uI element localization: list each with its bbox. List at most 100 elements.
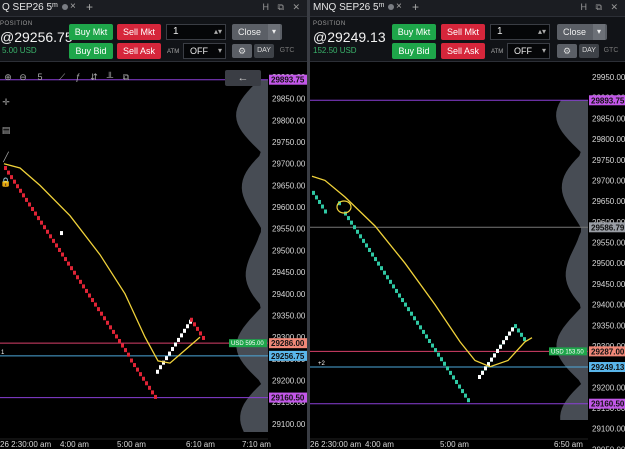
left-tab-close-icon[interactable]: × [70, 1, 76, 12]
right-close-button[interactable]: Close ▾ [557, 24, 607, 40]
right-quantity-stepper-icon[interactable]: ▴▾ [538, 25, 546, 39]
right-position-pnl: 152.50 USD [313, 46, 357, 55]
right-quantity-value: 1 [497, 26, 503, 37]
left-renko-brick [106, 320, 109, 325]
left-sell-ask-button[interactable]: Sell Ask [117, 43, 161, 59]
right-buy-bid-button[interactable]: Buy Bid [392, 43, 436, 59]
right-renko-brick [413, 316, 416, 321]
right-close-chevron-down-icon[interactable]: ▾ [593, 24, 605, 40]
right-tab-add-icon[interactable]: + [412, 0, 419, 14]
right-order-header: POSITION @29249.13 152.50 USD Buy Mkt Se… [310, 17, 625, 62]
right-renko-brick [318, 199, 321, 204]
lock-icon[interactable]: 🔒 [0, 176, 12, 188]
right-renko-brick [505, 336, 508, 341]
left-renko-brick [136, 367, 139, 372]
left-close-button[interactable]: Close ▾ [232, 24, 282, 40]
left-gear-icon[interactable]: ⚙ [232, 44, 252, 58]
left-renko-brick [46, 229, 49, 234]
right-renko-brick [496, 348, 499, 353]
right-position-qty-marker: +2 [318, 361, 326, 367]
left-price-axis-label: 29800.00 [272, 116, 306, 125]
left-close-chevron-down-icon[interactable]: ▾ [268, 24, 280, 40]
left-renko-brick [67, 261, 70, 266]
right-moving-average-line [311, 175, 533, 368]
left-renko-brick [19, 188, 22, 193]
right-tab-close-icon[interactable]: × [396, 1, 402, 12]
layers-icon[interactable]: ▤ [0, 124, 12, 136]
template-icon[interactable]: ⧉ [120, 71, 132, 83]
timeframe-selector[interactable]: 5 [33, 71, 47, 83]
right-renko-brick [523, 337, 526, 342]
left-renko-brick [31, 207, 34, 212]
left-buy-bid-button[interactable]: Buy Bid [69, 43, 113, 59]
left-sell-mkt-button[interactable]: Sell Mkt [117, 24, 161, 40]
left-renko-brick [94, 302, 97, 307]
right-renko-brick [452, 375, 455, 380]
right-gear-icon[interactable]: ⚙ [557, 44, 577, 58]
left-renko-brick [190, 317, 193, 322]
right-annotation-circle[interactable] [336, 200, 352, 214]
left-position-price: @29256.75 [0, 29, 73, 45]
left-price-chart[interactable]: 29900.0029850.0029800.0029750.0029700.00… [0, 0, 307, 449]
right-renko-brick [478, 375, 481, 380]
draw-line-icon[interactable]: ╱ [0, 151, 12, 163]
right-renko-brick [377, 261, 380, 266]
right-renko-brick [434, 348, 437, 353]
right-sell-mkt-button[interactable]: Sell Mkt [441, 24, 485, 40]
left-buy-mkt-button[interactable]: Buy Mkt [69, 24, 113, 40]
right-renko-brick [464, 393, 467, 398]
right-renko-brick [493, 353, 496, 358]
left-tab-bar: Q SEP26 5m × + H ⧉ ✕ [0, 0, 307, 17]
left-window-controls-icon[interactable]: H ⧉ ✕ [263, 2, 303, 13]
left-gtc-button[interactable]: GTC [277, 44, 297, 58]
zoom-out-icon[interactable]: ⊖ [17, 71, 29, 83]
left-renko-brick [133, 363, 136, 368]
left-tab-period-unit: m [52, 2, 58, 9]
left-price-axis-label: 29650.00 [272, 181, 306, 190]
right-renko-brick [371, 252, 374, 257]
right-quantity-field[interactable]: 1 ▴▾ [490, 24, 550, 40]
left-atm-select[interactable]: OFF ▾ [183, 43, 226, 59]
right-renko-brick [502, 340, 505, 345]
right-gtc-button[interactable]: GTC [601, 44, 621, 58]
left-renko-brick [171, 347, 174, 352]
indicator-icon[interactable]: ƒ [72, 71, 84, 83]
left-drawing-toolbar: ⊕ ⊖ 5 ⟋ ƒ ⇵ ╨ ⧉ [0, 69, 145, 87]
right-buy-mkt-button[interactable]: Buy Mkt [392, 24, 436, 40]
right-tab-title[interactable]: MNQ SEP26 5m [313, 2, 395, 13]
right-renko-brick [398, 293, 401, 298]
left-renko-brick [91, 298, 94, 303]
right-price-chart[interactable]: 29950.0029900.0029850.0029800.0029750.00… [310, 0, 625, 449]
right-renko-brick [508, 331, 511, 336]
zoom-in-icon[interactable]: ⊕ [2, 71, 14, 83]
right-position-label: POSITION [313, 21, 346, 27]
line-chart-icon[interactable]: ⟋ [56, 71, 68, 83]
bar-style-icon[interactable]: ╨ [104, 71, 116, 83]
right-price-tag-purple_low-label: 29160.50 [591, 400, 625, 409]
left-renko-brick [88, 293, 91, 298]
right-day-button[interactable]: DAY [579, 44, 599, 58]
right-price-tag-top-label: 29893.75 [591, 96, 625, 105]
left-scroll-to-latest-button[interactable]: ← [225, 70, 261, 86]
right-atm-value: OFF [514, 46, 532, 56]
compare-icon[interactable]: ⇵ [88, 71, 100, 83]
right-sell-ask-button[interactable]: Sell Ask [441, 43, 485, 59]
right-atm-select[interactable]: OFF ▾ [507, 43, 550, 59]
left-day-button[interactable]: DAY [254, 44, 274, 58]
right-price-axis-label: 29700.00 [592, 176, 625, 185]
left-time-axis-label: 6:10 am [186, 440, 215, 449]
left-tab-title[interactable]: Q SEP26 5m [2, 2, 68, 13]
left-quantity-stepper-icon[interactable]: ▴▾ [214, 25, 222, 39]
left-renko-brick [112, 329, 115, 334]
left-price-axis-label: 29100.00 [272, 420, 306, 429]
left-quantity-field[interactable]: 1 ▴▾ [166, 24, 226, 40]
crosshair-icon[interactable]: ✛ [0, 96, 12, 108]
left-quantity-value: 1 [173, 26, 179, 37]
left-tab-add-icon[interactable]: + [86, 0, 93, 14]
left-renko-brick [100, 311, 103, 316]
left-renko-brick [109, 325, 112, 330]
left-price-axis-label: 29850.00 [272, 95, 306, 104]
right-renko-brick [461, 389, 464, 394]
right-window-controls-icon[interactable]: H ⧉ ✕ [581, 2, 621, 13]
right-tab-bar: MNQ SEP26 5m × + H ⧉ ✕ [310, 0, 625, 17]
